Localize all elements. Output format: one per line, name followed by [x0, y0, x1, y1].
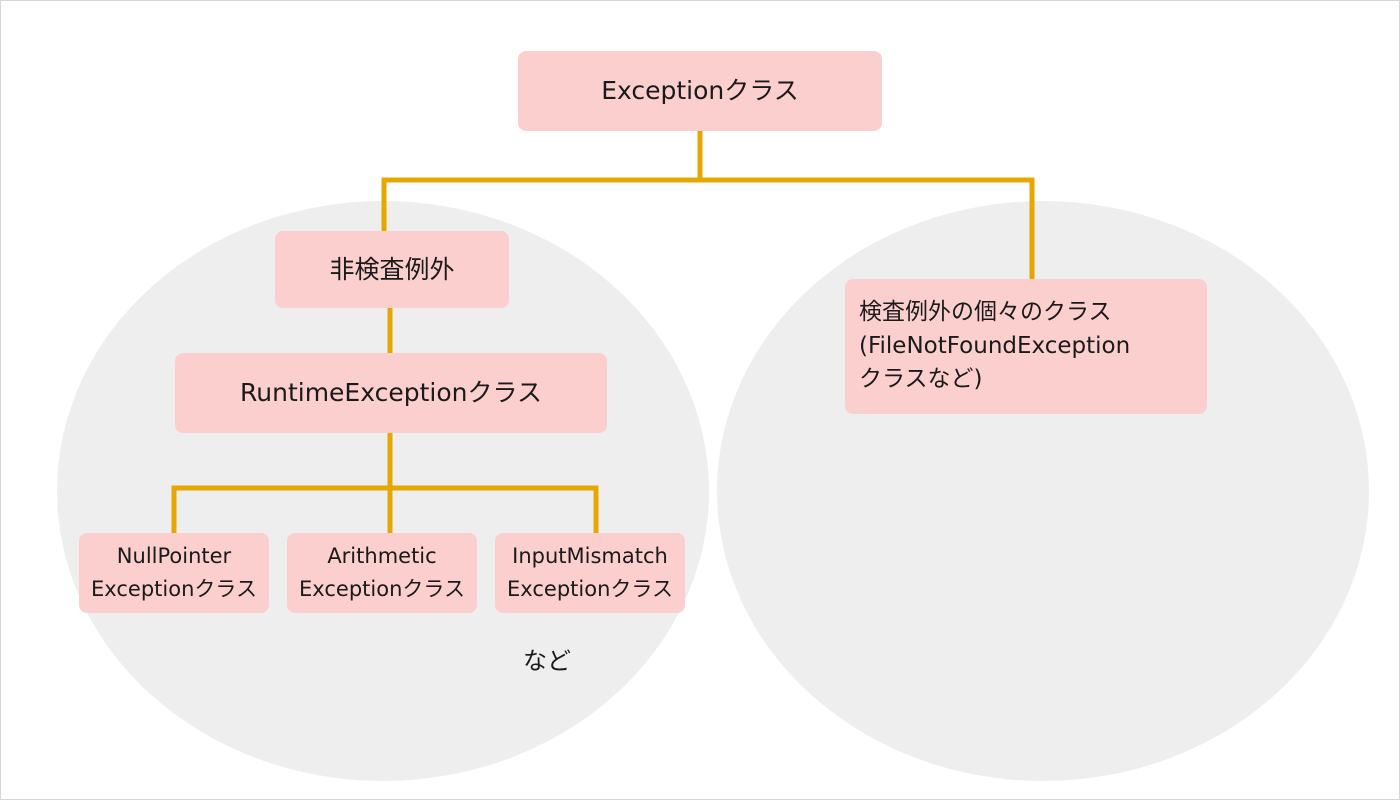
arithmetic-exception-node: Arithmetic Exceptionクラス — [287, 533, 477, 613]
checked-exception-line3: クラスなど) — [859, 366, 983, 393]
diagram-canvas: Exceptionクラス 非検査例外 RuntimeExceptionクラス N… — [0, 0, 1400, 800]
inputmismatch-exception-line1: InputMismatch — [512, 544, 668, 569]
arithmetic-exception-line2: Exceptionクラス — [299, 577, 465, 601]
checked-exception-line2: (FileNotFoundException — [859, 332, 1131, 359]
unchecked-exception-node: 非検査例外 — [275, 231, 509, 308]
checked-exception-node: 検査例外の個々のクラス (FileNotFoundException クラスなど… — [845, 279, 1207, 414]
unchecked-exception-label: 非検査例外 — [329, 254, 455, 284]
nullpointer-exception-line2: Exceptionクラス — [91, 577, 257, 601]
connector-runtime-branch — [171, 485, 599, 533]
nullpointer-exception-node: NullPointer Exceptionクラス — [79, 533, 269, 613]
root-exception-node: Exceptionクラス — [518, 51, 882, 131]
root-exception-label: Exceptionクラス — [601, 76, 799, 106]
checked-exception-line1: 検査例外の個々のクラス — [859, 299, 1112, 326]
runtime-exception-label: RuntimeExceptionクラス — [240, 378, 542, 408]
inputmismatch-exception-line2: Exceptionクラス — [507, 577, 673, 601]
arithmetic-exception-line1: Arithmetic — [327, 544, 437, 569]
etc-label: など — [523, 647, 571, 675]
inputmismatch-exception-node: InputMismatch Exceptionクラス — [495, 533, 685, 613]
runtime-exception-node: RuntimeExceptionクラス — [175, 353, 607, 433]
nullpointer-exception-line1: NullPointer — [116, 544, 232, 569]
